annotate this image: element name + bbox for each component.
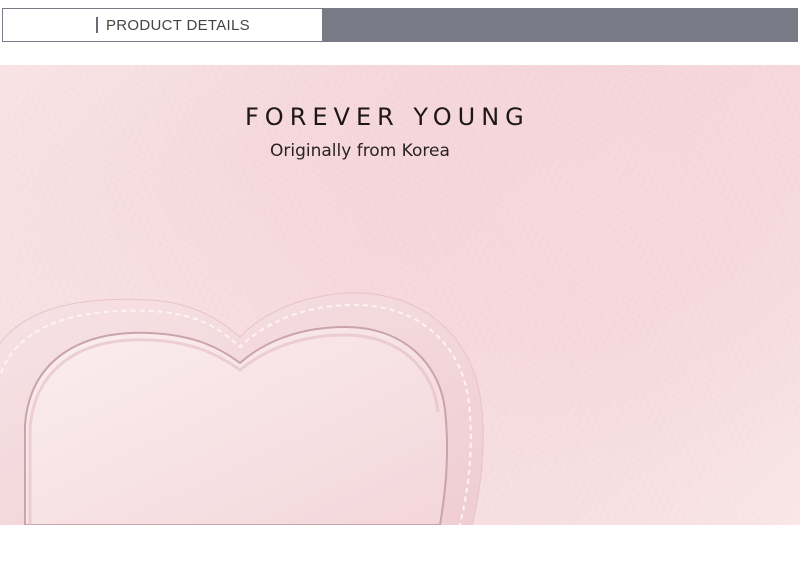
brand-tagline: Originally from Korea	[270, 141, 450, 161]
header-accent-bar	[323, 8, 798, 42]
heart-pocket-illustration	[0, 292, 484, 525]
brand-name: FOREVER YOUNG	[245, 103, 530, 131]
product-details-header: PRODUCT DETAILS	[2, 8, 798, 42]
header-divider	[96, 17, 98, 33]
header-label-box: PRODUCT DETAILS	[2, 8, 323, 42]
product-photo: FOREVER YOUNG Originally from Korea	[0, 65, 800, 525]
header-title: PRODUCT DETAILS	[106, 16, 250, 34]
